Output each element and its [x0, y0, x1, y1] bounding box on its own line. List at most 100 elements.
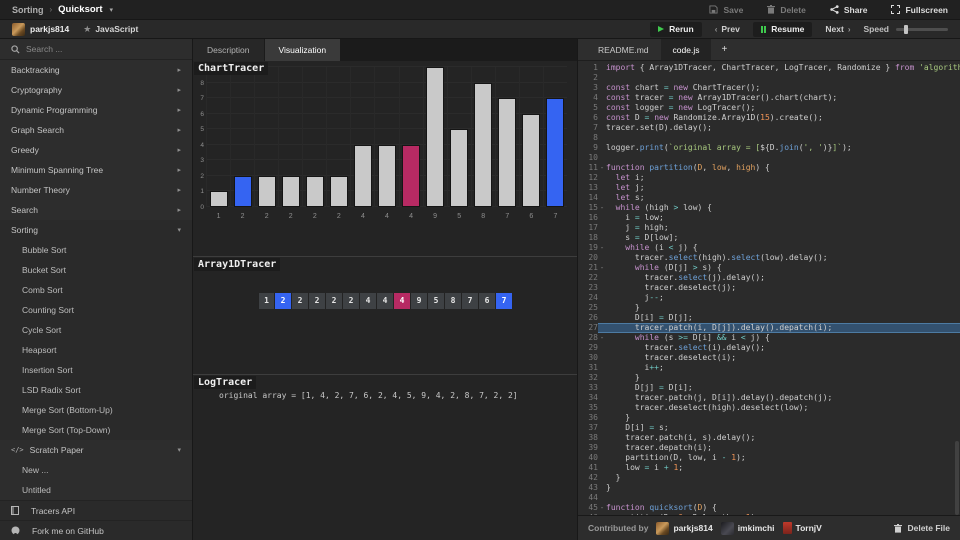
contributor-name[interactable]: imkimchi	[738, 523, 775, 533]
code-line[interactable]: 43}	[578, 483, 960, 493]
fold-marker[interactable]: -	[598, 333, 606, 343]
sidebar-item-backtracking[interactable]: Backtracking ▸	[0, 60, 192, 80]
sidebar-item-tracers-api[interactable]: Tracers API	[0, 500, 192, 520]
code-line[interactable]: 19- while (i < j) {	[578, 243, 960, 253]
sidebar-item-comb-sort[interactable]: Comb Sort	[0, 280, 192, 300]
sidebar-item-lsd-radix-sort[interactable]: LSD Radix Sort	[0, 380, 192, 400]
sidebar-item-number-theory[interactable]: Number Theory ▸	[0, 180, 192, 200]
sidebar-item-fork-me-on-github[interactable]: Fork me on GitHub	[0, 520, 192, 540]
code-line[interactable]: 25 }	[578, 303, 960, 313]
code-line[interactable]: 21- while (D[j] > s) {	[578, 263, 960, 273]
code-line[interactable]: 29 tracer.select(i).delay();	[578, 343, 960, 353]
code-line[interactable]: 17 j = high;	[578, 223, 960, 233]
code-line[interactable]: 28- while (s >= D[i] && i < j) {	[578, 333, 960, 343]
fold-marker[interactable]: -	[598, 203, 606, 213]
tab-description[interactable]: Description	[193, 39, 264, 61]
code-line[interactable]: 35 tracer.deselect(high).deselect(low);	[578, 403, 960, 413]
delete-button[interactable]: Delete	[767, 5, 806, 15]
code-line[interactable]: 2	[578, 73, 960, 83]
editor-scrollbar[interactable]	[955, 441, 959, 515]
sidebar-item-bucket-sort[interactable]: Bucket Sort	[0, 260, 192, 280]
sidebar-item-new[interactable]: New ...	[0, 460, 192, 480]
code-line[interactable]: 8	[578, 133, 960, 143]
language-label[interactable]: JavaScript	[95, 24, 138, 34]
save-button[interactable]: Save	[709, 5, 743, 15]
rerun-button[interactable]: Rerun	[650, 21, 702, 37]
fold-marker[interactable]: -	[598, 263, 606, 273]
speed-slider-handle[interactable]	[903, 24, 908, 34]
code-line[interactable]: 10	[578, 153, 960, 163]
fold-marker[interactable]: -	[598, 163, 606, 173]
sidebar-item-dynamic-programming[interactable]: Dynamic Programming ▸	[0, 100, 192, 120]
code-line[interactable]: 23 tracer.deselect(j);	[578, 283, 960, 293]
code-line[interactable]: 44	[578, 493, 960, 503]
share-button[interactable]: Share	[830, 5, 867, 15]
search-input[interactable]	[26, 44, 156, 54]
code-line[interactable]: 37 D[i] = s;	[578, 423, 960, 433]
sidebar-item-counting-sort[interactable]: Counting Sort	[0, 300, 192, 320]
code-line[interactable]: 16 i = low;	[578, 213, 960, 223]
code-line[interactable]: 20 tracer.select(high).select(low).delay…	[578, 253, 960, 263]
sidebar-item-insertion-sort[interactable]: Insertion Sort	[0, 360, 192, 380]
sidebar-item-minimum-spanning-tree[interactable]: Minimum Spanning Tree ▸	[0, 160, 192, 180]
code-text: const D = new Randomize.Array1D(15).crea…	[606, 113, 823, 122]
code-line[interactable]: 27 tracer.patch(i, D[j]).delay().depatch…	[578, 323, 960, 333]
code-line[interactable]: 5 const logger = new LogTracer();	[578, 103, 960, 113]
resume-button[interactable]: Resume	[752, 21, 813, 37]
code-line[interactable]: 31 i++;	[578, 363, 960, 373]
code-line[interactable]: 7 tracer.set(D).delay();	[578, 123, 960, 133]
code-line[interactable]: 32 }	[578, 373, 960, 383]
code-line[interactable]: 45- function quicksort(D) {	[578, 503, 960, 513]
contributor-name[interactable]: TornjV	[796, 523, 822, 533]
code-line[interactable]: 30 tracer.deselect(i);	[578, 353, 960, 363]
sidebar-item-merge-sort-bottom-up[interactable]: Merge Sort (Bottom-Up)	[0, 400, 192, 420]
delete-file-button[interactable]: Delete File	[894, 523, 950, 533]
fold-marker[interactable]: -	[598, 503, 606, 513]
sidebar-item-merge-sort-top-down[interactable]: Merge Sort (Top-Down)	[0, 420, 192, 440]
code-line[interactable]: 34 tracer.patch(j, D[i]).delay().depatch…	[578, 393, 960, 403]
sidebar-item-greedy[interactable]: Greedy ▸	[0, 140, 192, 160]
add-file-button[interactable]: +	[711, 39, 737, 60]
tab-visualization[interactable]: Visualization	[264, 39, 341, 61]
prev-button[interactable]: ‹ Prev	[715, 24, 740, 34]
tab-readme[interactable]: README.md	[586, 39, 661, 60]
sidebar-item-untitled[interactable]: Untitled	[0, 480, 192, 500]
code-line[interactable]: 6 const D = new Randomize.Array1D(15).cre…	[578, 113, 960, 123]
code-line[interactable]: 42 }	[578, 473, 960, 483]
fullscreen-button[interactable]: Fullscreen	[891, 5, 948, 15]
code-line[interactable]: 24 j--;	[578, 293, 960, 303]
sidebar-item-graph-search[interactable]: Graph Search ▸	[0, 120, 192, 140]
code-line[interactable]: 12 let i;	[578, 173, 960, 183]
code-line[interactable]: 13 let j;	[578, 183, 960, 193]
code-line[interactable]: 9 logger.print(`original array = [${D.joi…	[578, 143, 960, 153]
code-line[interactable]: 11- function partition(D, low, high) {	[578, 163, 960, 173]
sidebar-item-sorting[interactable]: Sorting ▾	[0, 220, 192, 240]
code-line[interactable]: 26 D[i] = D[j];	[578, 313, 960, 323]
code-line[interactable]: 41 low = i + 1;	[578, 463, 960, 473]
next-button[interactable]: Next ›	[825, 24, 850, 34]
breadcrumb[interactable]: Sorting › Quicksort ▾	[12, 4, 113, 15]
code-editor[interactable]: 1 import { Array1DTracer, ChartTracer, Lo…	[578, 61, 960, 515]
code-line[interactable]: 3 const chart = new ChartTracer();	[578, 83, 960, 93]
code-line[interactable]: 1 import { Array1DTracer, ChartTracer, Lo…	[578, 63, 960, 73]
sidebar-item-cryptography[interactable]: Cryptography ▸	[0, 80, 192, 100]
sidebar-item-cycle-sort[interactable]: Cycle Sort	[0, 320, 192, 340]
sidebar-item-search[interactable]: Search ▸	[0, 200, 192, 220]
code-line[interactable]: 4 const tracer = new Array1DTracer().char…	[578, 93, 960, 103]
tab-code-js[interactable]: code.js	[660, 39, 712, 60]
code-line[interactable]: 15- while (high > low) {	[578, 203, 960, 213]
sidebar-item-heapsort[interactable]: Heapsort	[0, 340, 192, 360]
sidebar-item-scratch-paper[interactable]: </> Scratch Paper ▾	[0, 440, 192, 460]
fold-marker[interactable]: -	[598, 243, 606, 253]
sidebar-item-bubble-sort[interactable]: Bubble Sort	[0, 240, 192, 260]
contributor-name[interactable]: parkjs814	[673, 523, 712, 533]
code-line[interactable]: 33 D[j] = D[i];	[578, 383, 960, 393]
speed-slider[interactable]	[896, 24, 948, 34]
code-line[interactable]: 36 }	[578, 413, 960, 423]
code-line[interactable]: 40 partition(D, low, i - 1);	[578, 453, 960, 463]
code-line[interactable]: 14 let s;	[578, 193, 960, 203]
code-line[interactable]: 22 tracer.select(j).delay();	[578, 273, 960, 283]
code-line[interactable]: 38 tracer.patch(i, s).delay();	[578, 433, 960, 443]
code-line[interactable]: 39 tracer.depatch(i);	[578, 443, 960, 453]
code-line[interactable]: 18 s = D[low];	[578, 233, 960, 243]
